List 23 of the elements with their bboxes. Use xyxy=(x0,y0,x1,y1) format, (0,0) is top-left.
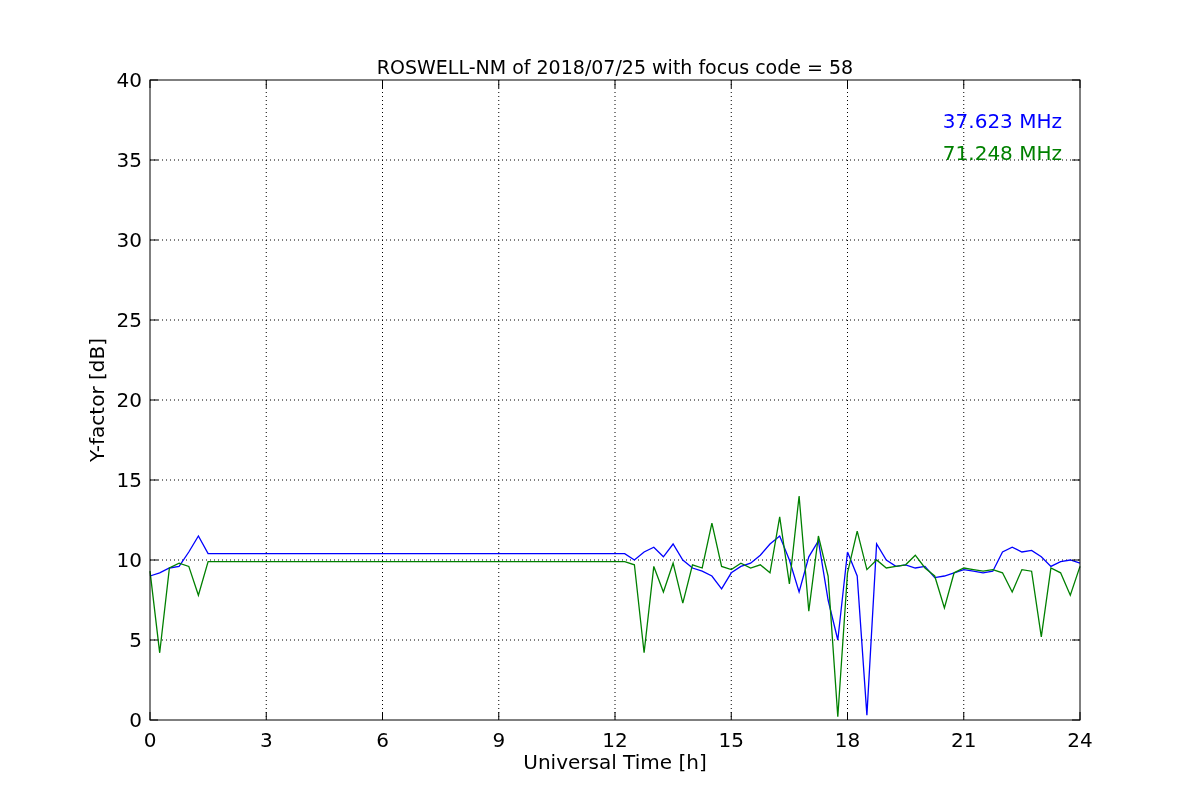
y-tick-label: 40 xyxy=(116,68,142,92)
x-tick-label: 12 xyxy=(602,728,628,752)
y-tick-label: 0 xyxy=(129,708,142,732)
x-tick-label: 15 xyxy=(718,728,744,752)
y-tick-label: 20 xyxy=(116,388,142,412)
legend-label: 37.623 MHz xyxy=(942,109,1062,133)
x-tick-label: 3 xyxy=(259,728,273,752)
x-axis-label: Universal Time [h] xyxy=(523,750,707,774)
x-tick-label: 21 xyxy=(951,728,977,752)
y-tick-label: 10 xyxy=(116,548,142,572)
y-tick-label: 15 xyxy=(116,468,142,492)
y-tick-label: 5 xyxy=(129,628,142,652)
x-tick-label: 6 xyxy=(376,728,389,752)
x-tick-label: 0 xyxy=(143,728,157,752)
x-tick-label: 18 xyxy=(834,728,861,752)
x-tick-label: 24 xyxy=(1067,728,1093,752)
chart-title: ROSWELL-NM of 2018/07/25 with focus code = 58 xyxy=(376,56,854,78)
y-axis-label: Y-factor [dB] xyxy=(85,338,109,462)
y-tick-label: 25 xyxy=(116,308,142,332)
y-tick-label: 35 xyxy=(116,148,142,172)
legend-label: 71.248 MHz xyxy=(942,141,1062,165)
y-tick-label: 30 xyxy=(116,228,142,252)
x-tick-label: 9 xyxy=(492,728,506,752)
